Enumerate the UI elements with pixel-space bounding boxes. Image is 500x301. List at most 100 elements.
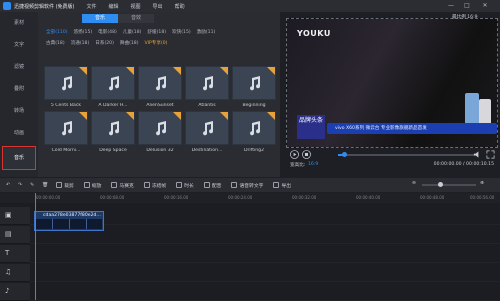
playback-slider[interactable] — [338, 152, 478, 157]
menu-view[interactable]: 视图 — [131, 3, 141, 10]
music-card[interactable]: Deep Space — [91, 111, 135, 153]
minimize-icon[interactable]: — — [444, 0, 458, 12]
category-all[interactable]: 全部(110) — [46, 29, 68, 35]
vip-corner-icon — [220, 112, 228, 120]
ruler-tick: 00:00:24.00 — [228, 195, 253, 200]
music-note-icon — [156, 76, 167, 91]
category-kids[interactable]: 儿童(18) — [123, 29, 142, 35]
maximize-icon[interactable]: □ — [460, 0, 474, 12]
music-card[interactable]: Atlantis — [185, 66, 229, 108]
overlay-track-icon: ▤ — [5, 230, 12, 238]
menu-export[interactable]: 导出 — [153, 3, 163, 10]
video-clip[interactable]: cdaa278e03877f80e2d... — [34, 211, 104, 231]
mosaic-button[interactable]: 马赛克 — [111, 182, 134, 189]
sidebar-item-text[interactable]: 文字 — [0, 34, 38, 56]
category-pop[interactable]: 流通(18) — [71, 40, 90, 46]
text-track-header[interactable]: T — [0, 245, 30, 263]
timeline-zoom-handle[interactable] — [438, 182, 443, 187]
playhead[interactable] — [35, 193, 36, 300]
music-track-header[interactable]: ♫ — [0, 264, 30, 282]
music-track[interactable] — [30, 264, 500, 282]
video-track-header[interactable]: ▣ — [0, 207, 30, 225]
music-note-icon — [62, 121, 73, 136]
zoom-in-icon[interactable]: ⊕ — [480, 181, 484, 186]
category-dance[interactable]: 舞曲(18) — [120, 40, 139, 46]
music-title: Destination... — [191, 148, 223, 153]
stop-icon[interactable] — [302, 150, 311, 159]
music-thumbnail[interactable] — [138, 111, 182, 145]
video-preview[interactable]: YOUKU vivo X60系列 微云台 专业影像旗舰新品首发 品牌头条 — [286, 18, 498, 148]
sidebar-item-transition[interactable]: 转场 — [0, 100, 38, 122]
export-button[interactable]: 导出 — [273, 182, 291, 189]
text-track[interactable] — [30, 245, 500, 263]
music-title: Cold Morni... — [51, 148, 81, 153]
category-classical[interactable]: 古典(18) — [46, 40, 65, 46]
delete-icon[interactable]: 🗑 — [42, 183, 48, 188]
aspect-value[interactable]: 16:9 — [308, 162, 318, 167]
ruler-tick: 00:00:56.00 — [470, 195, 495, 200]
crop-button[interactable]: 裁剪 — [56, 182, 74, 189]
sidebar-item-music[interactable]: 音乐 — [2, 146, 36, 170]
play-icon[interactable] — [290, 150, 299, 159]
fullscreen-icon[interactable] — [486, 150, 495, 159]
music-thumbnail[interactable] — [232, 111, 276, 145]
ratio-label: 最比例 16:9 — [452, 15, 478, 20]
music-thumbnail[interactable] — [91, 66, 135, 100]
redo-icon[interactable]: ↷ — [18, 183, 22, 188]
zoom-label: 缩放 — [91, 183, 102, 189]
duration-icon — [176, 182, 183, 188]
sidebar-item-overlay[interactable]: 叠附 — [0, 78, 38, 100]
music-card[interactable]: Beginning — [232, 66, 276, 108]
sidebar-item-material[interactable]: 素材 — [0, 12, 38, 34]
category-soothing[interactable]: 舒缓(18) — [147, 29, 166, 35]
sidebar-item-animation[interactable]: 动画 — [0, 122, 38, 144]
music-thumbnail[interactable] — [44, 111, 88, 145]
undo-icon[interactable]: ↶ — [6, 183, 10, 188]
overlay-track-header[interactable]: ▤ — [0, 226, 30, 244]
category-japanese[interactable]: 日系(20) — [95, 40, 114, 46]
zoom-out-icon[interactable]: ⊖ — [412, 181, 416, 186]
music-thumbnail[interactable] — [91, 111, 135, 145]
category-film[interactable]: 电影(48) — [98, 29, 117, 35]
vip-corner-icon — [220, 67, 228, 75]
freeze-frame-button[interactable]: 冻结帧 — [143, 182, 166, 189]
slider-handle[interactable] — [342, 152, 347, 157]
music-thumbnail[interactable] — [185, 111, 229, 145]
menu-file[interactable]: 文件 — [87, 3, 97, 10]
music-note-icon — [109, 76, 120, 91]
voice-track-header[interactable]: ♪ — [0, 283, 30, 301]
menu-help[interactable]: 帮助 — [175, 3, 185, 10]
freeze-frame-icon — [143, 182, 150, 188]
volume-icon[interactable] — [473, 150, 482, 159]
menu-edit[interactable]: 编辑 — [109, 3, 119, 10]
music-card[interactable]: 5 Cents Back — [44, 66, 88, 108]
tab-music[interactable]: 音乐 — [82, 14, 118, 23]
category-upbeat[interactable]: 欢快(15) — [172, 29, 191, 35]
music-card[interactable]: Drifting2 — [232, 111, 276, 153]
music-thumbnail[interactable] — [232, 66, 276, 100]
category-vip[interactable]: VIP专享(0) — [145, 40, 168, 46]
music-card[interactable]: AlienSunset — [138, 66, 182, 108]
music-card[interactable]: Destination... — [185, 111, 229, 153]
timeline-zoom-slider[interactable] — [422, 182, 476, 187]
voice-track[interactable] — [30, 283, 500, 301]
sidebar-item-filter[interactable]: 滤镜 — [0, 56, 38, 78]
timeline-ruler[interactable]: 00:00:00.00 00:00:08.00 00:00:16.00 00:0… — [0, 193, 500, 203]
voiceover-button[interactable]: 配音 — [203, 182, 221, 189]
music-card[interactable]: A Darker H... — [91, 66, 135, 108]
app-logo-icon — [3, 2, 11, 10]
music-card[interactable]: Cold Morni... — [44, 111, 88, 153]
category-melodic[interactable]: 悠扬(15) — [74, 29, 93, 35]
edit-icon[interactable]: ✎ — [30, 183, 34, 188]
category-inspiring[interactable]: 激励(11) — [197, 29, 216, 35]
zoom-button[interactable]: 缩放 — [83, 182, 102, 189]
tab-sound-effects[interactable]: 音效 — [118, 14, 154, 23]
speech-to-text-button[interactable]: 语音转文字 — [231, 182, 263, 189]
music-thumbnail[interactable] — [185, 66, 229, 100]
music-card[interactable]: Delusion 32 — [138, 111, 182, 153]
category-row-1: 全部(110) 悠扬(15) 电影(48) 儿童(18) 舒缓(18) 欢快(1… — [46, 29, 221, 35]
music-thumbnail[interactable] — [44, 66, 88, 100]
duration-button[interactable]: 时长 — [176, 182, 194, 189]
music-thumbnail[interactable] — [138, 66, 182, 100]
close-icon[interactable]: ✕ — [478, 0, 492, 12]
